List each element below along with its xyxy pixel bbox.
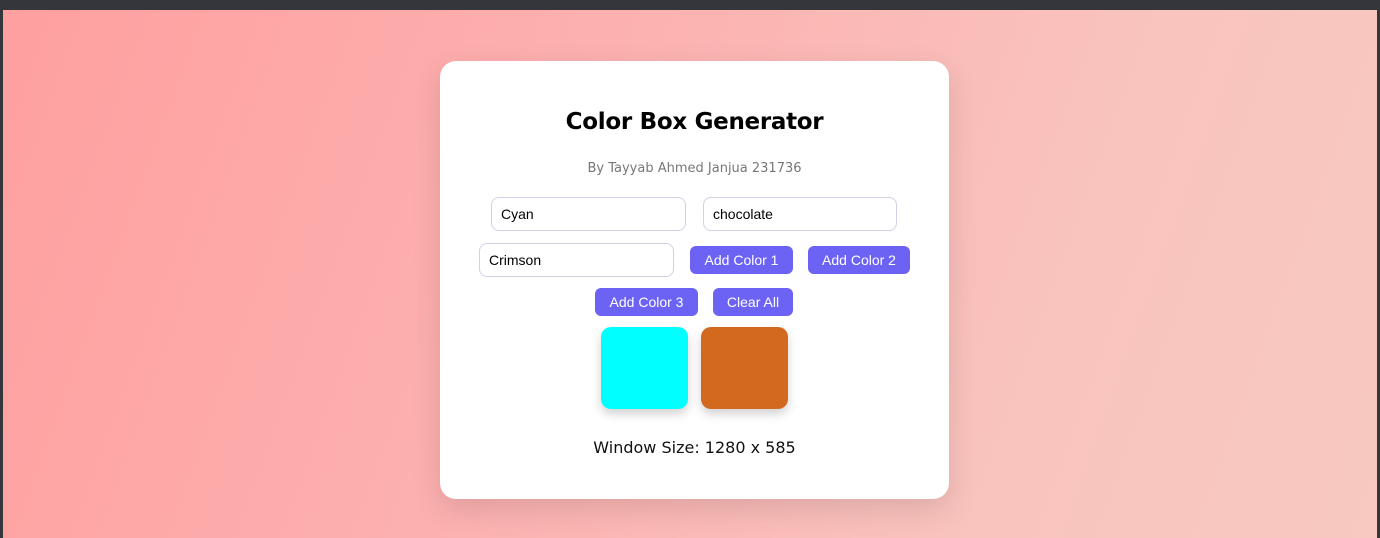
color-box-cyan — [601, 327, 688, 409]
window-top-bar — [0, 0, 1380, 10]
add-color-2-button[interactable]: Add Color 2 — [808, 246, 910, 274]
color-3-input[interactable] — [479, 243, 674, 277]
generator-card: Color Box Generator By Tayyab Ahmed Janj… — [440, 61, 949, 499]
color-box-chocolate — [701, 327, 788, 409]
clear-all-button[interactable]: Clear All — [713, 288, 793, 316]
color-1-input[interactable] — [491, 197, 686, 231]
add-color-1-button[interactable]: Add Color 1 — [690, 246, 793, 274]
color-2-input[interactable] — [703, 197, 897, 231]
window-size-readout: Window Size: 1280 x 585 — [593, 438, 796, 457]
add-color-3-button[interactable]: Add Color 3 — [595, 288, 698, 316]
window-left-edge — [0, 10, 3, 538]
page-title: Color Box Generator — [565, 109, 824, 135]
author-subtitle: By Tayyab Ahmed Janjua 231736 — [587, 161, 802, 176]
